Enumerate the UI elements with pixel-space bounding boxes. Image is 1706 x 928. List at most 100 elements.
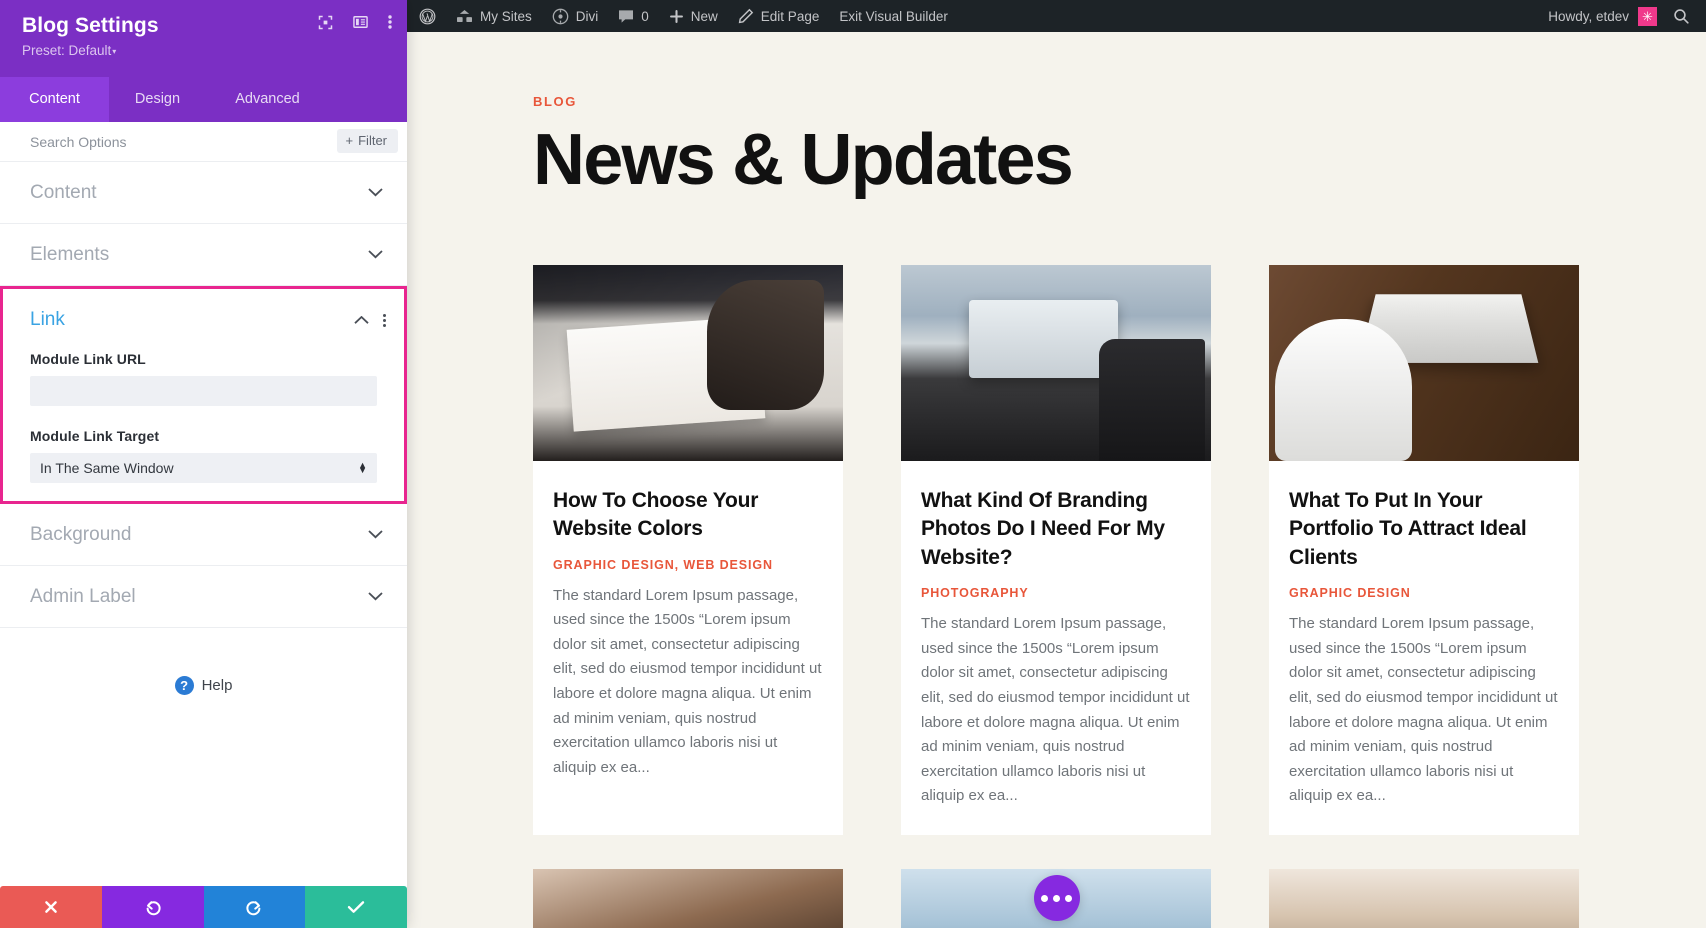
- post-body: What To Put In Your Portfolio To Attract…: [1269, 461, 1579, 835]
- adminbar-item-exit-visual-builder[interactable]: Exit Visual Builder: [829, 0, 958, 32]
- post-body: What Kind Of Branding Photos Do I Need F…: [901, 461, 1211, 835]
- dot-icon: [1041, 894, 1048, 902]
- module-link-url-input[interactable]: [30, 376, 377, 406]
- section-label: Background: [30, 523, 132, 545]
- adminbar-howdy[interactable]: Howdy, etdev ✳: [1538, 6, 1665, 26]
- post-excerpt: The standard Lorem Ipsum passage, used s…: [921, 615, 1190, 805]
- post-categories[interactable]: GRAPHIC DESIGN: [1289, 586, 1559, 600]
- post-featured-image[interactable]: [901, 264, 1211, 461]
- page-settings-fab[interactable]: [1033, 875, 1080, 921]
- panel-tabs: Content Design Advanced: [0, 77, 407, 122]
- adminbar-item-divi[interactable]: Divi: [542, 0, 609, 32]
- module-link-target-select[interactable]: In The Same Window: [30, 453, 377, 483]
- save-button[interactable]: [305, 886, 407, 928]
- search-options-bar: + Filter: [0, 122, 407, 162]
- howdy-label: Howdy, etdev: [1548, 8, 1629, 24]
- fullscreen-icon[interactable]: [318, 15, 333, 30]
- adminbar-item-edit-page[interactable]: Edit Page: [728, 0, 830, 32]
- module-link-target-select-wrap: In The Same Window ▲ ▼: [30, 453, 377, 483]
- post-excerpt: The standard Lorem Ipsum passage, used s…: [1289, 615, 1558, 805]
- panel-preset-label: Preset: Default: [22, 43, 112, 58]
- panel-header-icons: [318, 14, 392, 30]
- panel-preset[interactable]: Preset: Default▾: [22, 43, 389, 61]
- chevron-down-icon: [368, 188, 383, 197]
- avatar: ✳: [1638, 6, 1657, 26]
- adminbar-item-comments[interactable]: 0: [608, 0, 659, 32]
- section-toggle-link[interactable]: Link: [3, 289, 404, 351]
- cancel-button[interactable]: [0, 886, 102, 928]
- field-module-link-url: Module Link URL: [3, 351, 404, 406]
- post-featured-image[interactable]: [1269, 264, 1579, 461]
- section-toggle-content[interactable]: Content: [0, 162, 407, 224]
- blog-page: BLOG News & Updates How To Choose Your W…: [407, 32, 1706, 928]
- blog-post-card[interactable]: What To Put In Your Portfolio To Attract…: [1269, 264, 1579, 835]
- post-categories[interactable]: PHOTOGRAPHY: [921, 586, 1191, 600]
- layout-panel-icon[interactable]: [353, 15, 368, 29]
- adminbar-item-my-sites[interactable]: My Sites: [446, 0, 542, 32]
- field-label: Module Link URL: [30, 351, 146, 367]
- section-link-controls: [354, 313, 386, 327]
- tab-design[interactable]: Design: [109, 77, 206, 122]
- post-featured-image[interactable]: [1269, 868, 1579, 928]
- dot-icon: [1053, 894, 1060, 902]
- chevron-down-icon: [368, 250, 383, 259]
- chevron-down-icon: ▾: [112, 47, 117, 56]
- page-inner: BLOG News & Updates How To Choose Your W…: [533, 94, 1579, 928]
- plus-icon: +: [345, 133, 354, 148]
- adminbar-search-button[interactable]: [1665, 8, 1706, 25]
- visual-builder-screen: Blog Settings Preset: Default▾ Content D…: [0, 0, 1706, 928]
- undo-button[interactable]: [101, 886, 204, 928]
- post-title[interactable]: What Kind Of Branding Photos Do I Need F…: [921, 487, 1191, 573]
- adminbar-label: New: [690, 8, 718, 24]
- section-toggle-background[interactable]: Background: [0, 504, 407, 566]
- adminbar-label: Divi: [575, 8, 599, 24]
- wordpress-logo-icon: [419, 8, 436, 25]
- module-settings-panel: Blog Settings Preset: Default▾ Content D…: [0, 0, 407, 928]
- preview-area: My Sites Divi 0 New Edit Page Exit Visua…: [407, 0, 1706, 928]
- adminbar-right: Howdy, etdev ✳: [1538, 6, 1706, 26]
- chevron-down-icon: [368, 592, 383, 601]
- post-title[interactable]: How To Choose Your Website Colors: [553, 487, 823, 544]
- section-toggle-elements[interactable]: Elements: [0, 224, 407, 286]
- wordpress-admin-bar: My Sites Divi 0 New Edit Page Exit Visua…: [407, 0, 1706, 32]
- search-input[interactable]: [30, 133, 330, 150]
- post-featured-image[interactable]: [533, 868, 843, 928]
- section-label: Elements: [30, 243, 110, 265]
- plus-icon: [669, 9, 684, 24]
- blog-post-grid: How To Choose Your Website Colors GRAPHI…: [533, 264, 1579, 835]
- post-featured-image[interactable]: [533, 264, 843, 461]
- post-categories[interactable]: GRAPHIC DESIGN, WEB DESIGN: [553, 558, 823, 572]
- section-kebab-icon[interactable]: [383, 313, 386, 327]
- tab-advanced[interactable]: Advanced: [206, 77, 329, 122]
- dot-icon: [1065, 894, 1072, 902]
- tab-content[interactable]: Content: [0, 77, 109, 122]
- blog-post-card[interactable]: What Kind Of Branding Photos Do I Need F…: [901, 264, 1211, 835]
- field-module-link-target: Module Link Target In The Same Window ▲ ▼: [3, 428, 404, 483]
- redo-button[interactable]: [203, 886, 306, 928]
- help-button[interactable]: ? Help: [0, 676, 407, 695]
- post-title[interactable]: What To Put In Your Portfolio To Attract…: [1289, 487, 1559, 573]
- post-body: How To Choose Your Website Colors GRAPHI…: [533, 461, 843, 807]
- adminbar-item-wordpress[interactable]: [407, 0, 446, 32]
- kebab-menu-icon[interactable]: [388, 14, 392, 30]
- page-eyebrow: BLOG: [533, 94, 577, 109]
- question-mark-icon: ?: [174, 676, 194, 695]
- chevron-up-icon[interactable]: [354, 315, 369, 325]
- section-toggle-admin-label[interactable]: Admin Label: [0, 566, 407, 628]
- adminbar-item-new[interactable]: New: [659, 0, 728, 32]
- comment-icon: [618, 9, 634, 24]
- post-excerpt: The standard Lorem Ipsum passage, used s…: [553, 586, 822, 776]
- panel-footer-actions: [0, 886, 407, 928]
- section-label: Content: [30, 181, 97, 203]
- panel-header: Blog Settings Preset: Default▾: [0, 0, 407, 77]
- section-link: Link Module Link URL Module Link Target …: [0, 286, 407, 504]
- blog-post-card[interactable]: How To Choose Your Website Colors GRAPHI…: [533, 264, 843, 835]
- divi-icon: [552, 8, 569, 25]
- chevron-down-icon: [368, 530, 383, 539]
- help-label: Help: [201, 677, 233, 694]
- adminbar-label: My Sites: [480, 8, 532, 24]
- sites-icon: [456, 9, 473, 24]
- filter-button[interactable]: + Filter: [336, 129, 398, 153]
- pencil-icon: [738, 8, 754, 24]
- search-icon: [1673, 8, 1690, 25]
